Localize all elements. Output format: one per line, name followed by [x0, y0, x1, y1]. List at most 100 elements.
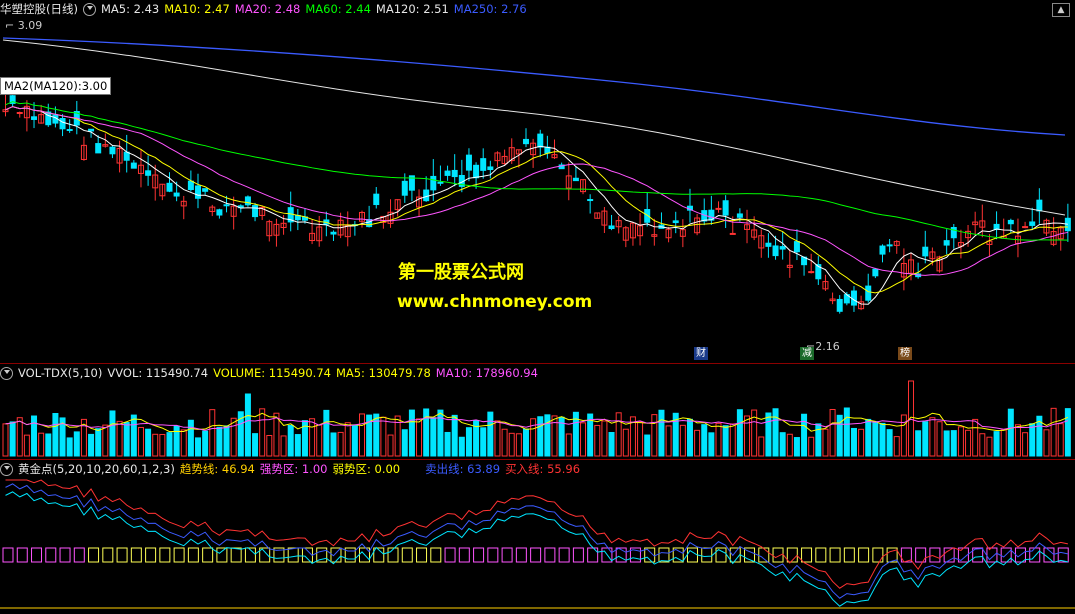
- volume-bar: [9, 421, 16, 457]
- volume-bar: [793, 437, 800, 457]
- volume-bar: [130, 414, 137, 457]
- volume-bar: [430, 417, 437, 457]
- candle-body: [16, 112, 23, 115]
- zone-box: [145, 547, 157, 563]
- zone-box: [815, 547, 827, 563]
- candle-body: [808, 271, 815, 274]
- candle-body: [765, 242, 772, 247]
- candle-body: [465, 154, 472, 171]
- volume-bar: [2, 423, 9, 457]
- volume-bar: [608, 432, 615, 457]
- zone-box: [872, 547, 884, 563]
- zone-box: [187, 547, 199, 563]
- volume-bar: [451, 414, 458, 457]
- gold-indicator-name[interactable]: 黄金点(5,20,10,20,60,1,2,3): [18, 462, 175, 476]
- volume-bar: [373, 413, 380, 457]
- zone-box: [487, 547, 499, 563]
- dropdown-icon[interactable]: [82, 3, 96, 16]
- volume-bar: [886, 429, 893, 457]
- volume-bar: [765, 412, 772, 457]
- stock-name[interactable]: 华塑控股(日线): [0, 2, 78, 16]
- volume-bar: [508, 432, 515, 457]
- volume-bar: [858, 428, 865, 457]
- volume-bar: [152, 433, 159, 457]
- volume-bar: [950, 430, 957, 457]
- candle-body: [130, 162, 137, 169]
- event-tag-cai[interactable]: 财: [694, 347, 708, 360]
- volume-bar: [416, 418, 423, 457]
- volume-bar: [1050, 407, 1057, 457]
- expand-icon[interactable]: ▲: [1052, 3, 1070, 17]
- zone-box: [686, 547, 698, 563]
- volume-bar: [1014, 424, 1021, 457]
- zone-box: [16, 547, 28, 563]
- candle-body: [1022, 226, 1029, 229]
- candle-body: [223, 204, 230, 207]
- candle-body: [729, 232, 736, 235]
- volume-bar: [437, 409, 444, 457]
- volume-bar: [865, 418, 872, 457]
- vol-indicator-name[interactable]: VOL-TDX(5,10): [18, 366, 102, 380]
- candle-body: [473, 164, 480, 179]
- event-tag-jian[interactable]: 减: [800, 347, 814, 360]
- volume-bar: [686, 418, 693, 457]
- volume-header: VOL-TDX(5,10) VVOL: 115490.74 VOLUME: 1154…: [0, 364, 543, 382]
- volume-bar: [95, 428, 102, 457]
- volume-bar: [337, 431, 344, 457]
- volume-bar: [323, 409, 330, 457]
- event-tag-bang[interactable]: 榜: [898, 347, 912, 360]
- zone-box: [130, 547, 142, 563]
- zone-box: [572, 547, 584, 563]
- candle-body: [544, 146, 551, 154]
- volume-bar: [922, 421, 929, 457]
- zone-box: [1029, 547, 1041, 563]
- volume-bar: [294, 434, 301, 457]
- volume-bar: [936, 421, 943, 457]
- candle-body: [672, 220, 679, 224]
- golden-point-panel[interactable]: 黄金点(5,20,10,20,60,1,2,3) 趋势线: 46.94 强势区: 1…: [0, 459, 1075, 614]
- zone-box: [473, 547, 485, 563]
- candle-body: [608, 225, 615, 229]
- volume-bar: [515, 433, 522, 457]
- volume-bar: [480, 427, 487, 457]
- volume-bar: [644, 434, 651, 457]
- zone-box: [843, 547, 855, 563]
- volume-panel[interactable]: VOL-TDX(5,10) VVOL: 115490.74 VOLUME: 1154…: [0, 363, 1075, 460]
- zone-box: [216, 547, 228, 563]
- candle-body: [31, 116, 38, 120]
- volume-bar: [316, 424, 323, 457]
- ma120-value: MA120: 2.51: [375, 2, 449, 16]
- candle-body: [451, 169, 458, 178]
- zone-box: [2, 547, 14, 563]
- volume-bar: [330, 432, 337, 457]
- volume-bar: [31, 415, 38, 457]
- candle-body: [1007, 219, 1014, 225]
- volume-bar: [501, 428, 508, 457]
- golden-point-header: 黄金点(5,20,10,20,60,1,2,3) 趋势线: 46.94 强势区: 1…: [0, 460, 585, 478]
- dropdown-icon[interactable]: [0, 367, 13, 380]
- sell-line-value: 卖出线: 63.89: [425, 462, 501, 476]
- volume-bar: [1029, 423, 1036, 457]
- dropdown-icon[interactable]: [0, 463, 13, 476]
- zone-box: [230, 547, 242, 563]
- zone-box: [387, 547, 399, 563]
- buy-line: [5, 479, 1068, 589]
- volume-bar: [808, 436, 815, 457]
- candle-body: [430, 175, 437, 191]
- watermark-url: www.chnmoney.com: [397, 292, 593, 312]
- candle-body: [587, 199, 594, 202]
- volume-bar: [530, 418, 537, 457]
- volume-bar: [180, 429, 187, 457]
- sell-line: [5, 483, 1068, 599]
- volume-bar: [387, 434, 394, 457]
- zone-box: [829, 547, 841, 563]
- price-panel[interactable]: 华塑控股(日线) MA5: 2.43 MA10: 2.47 MA20: 2.48 MA6…: [0, 0, 1075, 363]
- ma60-line: [5, 101, 1068, 241]
- golden-point-chart[interactable]: [0, 460, 1075, 614]
- candle-body: [886, 244, 893, 247]
- volume-bar: [309, 418, 316, 457]
- volume-bar: [223, 425, 230, 457]
- zone-box: [515, 547, 527, 563]
- candle-body: [943, 240, 950, 246]
- volume-bar: [202, 430, 209, 457]
